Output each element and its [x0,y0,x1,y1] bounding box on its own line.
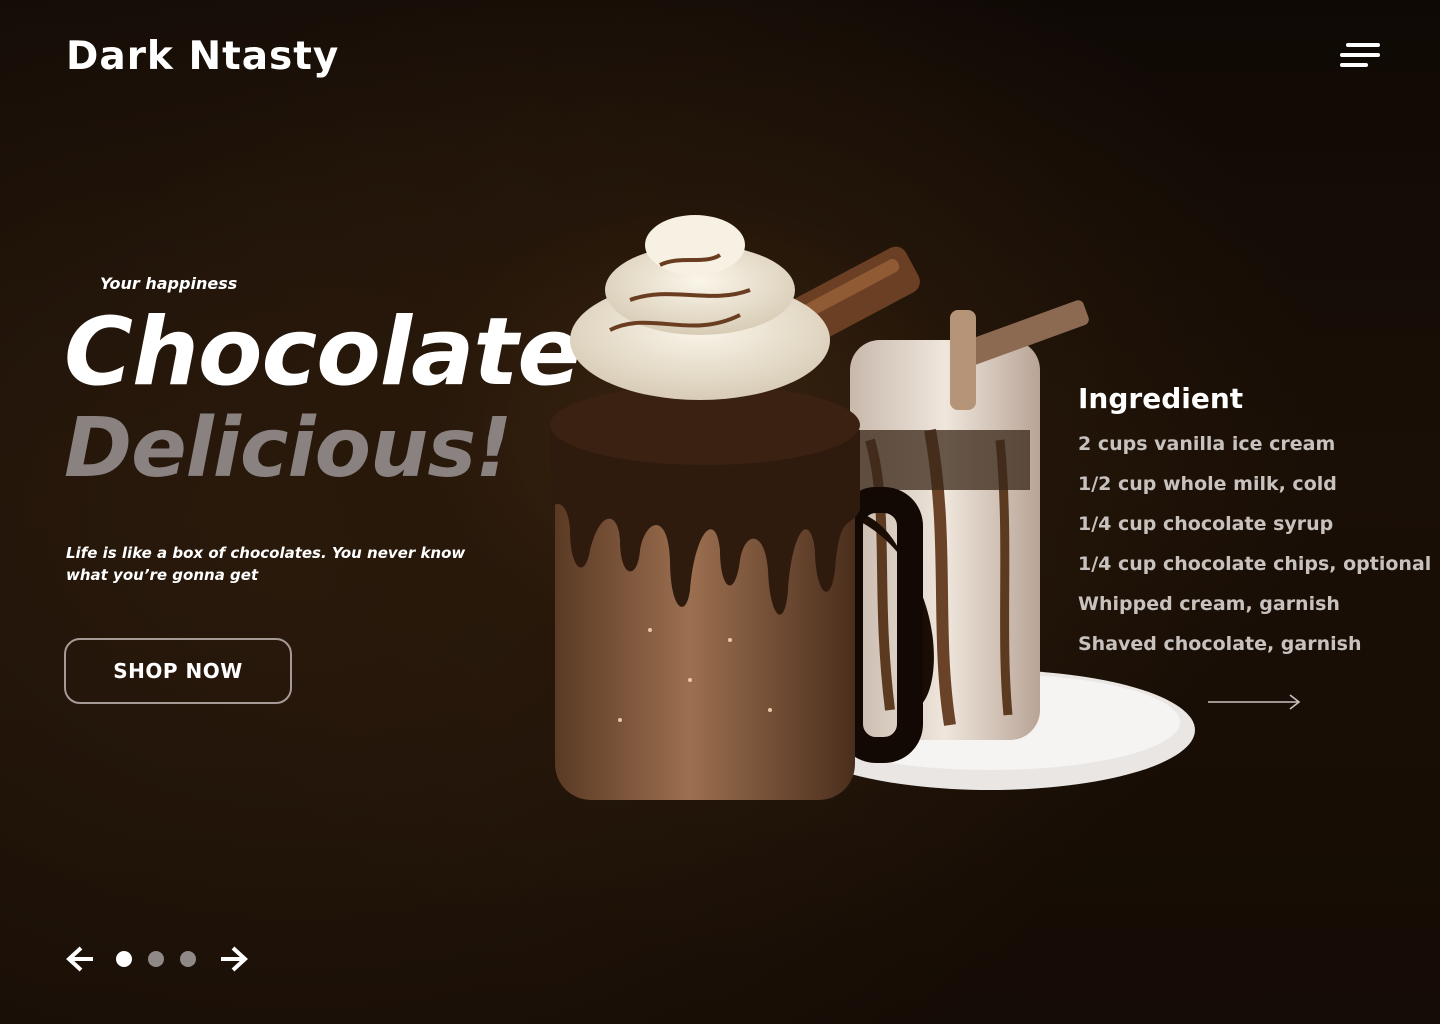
ingredients-title: Ingredient [1078,382,1244,415]
ingredient-item: 2 cups vanilla ice cream [1078,433,1336,455]
arrow-left-icon [66,946,93,972]
arrow-right-icon [221,946,248,972]
next-slide-button[interactable] [218,943,250,975]
slide-dot-2[interactable] [148,951,164,967]
slide-dots [108,951,204,967]
arrow-right-long-icon [1208,694,1301,710]
ingredient-item: 1/2 cup whole milk, cold [1078,473,1337,495]
ingredients-panel: Ingredient 2 cups vanilla ice cream 1/2 … [1078,382,1438,671]
slide-dot-1[interactable] [116,951,132,967]
prev-slide-button[interactable] [64,943,96,975]
ingredient-item: 1/4 cup chocolate syrup [1078,513,1334,535]
hero-tagline: Your happiness [100,274,238,293]
shop-now-button[interactable]: SHOP NOW [64,638,292,704]
menu-button[interactable] [1338,40,1382,72]
hero-quote: Life is like a box of chocolates. You ne… [66,544,466,584]
ingredient-item: 1/4 cup chocolate chips, optional [1078,553,1432,575]
ingredient-item: Shaved chocolate, garnish [1078,633,1362,655]
hero-headline-primary: Chocolate [64,298,581,407]
slide-dot-3[interactable] [180,951,196,967]
ingredients-list: 2 cups vanilla ice cream 1/2 cup whole m… [1078,431,1438,671]
brand-logo[interactable]: Dark Ntasty [66,34,339,79]
ingredients-next-button[interactable] [1206,692,1302,712]
hero-headline-secondary: Delicious! [64,401,513,496]
slider-navigation [64,942,250,976]
ingredient-item: Whipped cream, garnish [1078,593,1340,615]
menu-icon [1340,43,1380,67]
